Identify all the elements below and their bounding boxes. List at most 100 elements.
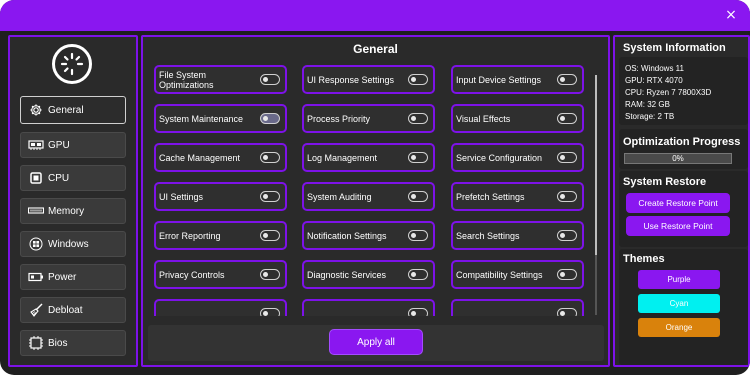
setting-card-partial[interactable] <box>302 299 435 316</box>
setting-label: File System Optimizations <box>159 69 214 90</box>
setting-card[interactable]: UI Settings <box>154 182 287 211</box>
setting-toggle[interactable] <box>408 308 428 316</box>
setting-toggle[interactable] <box>557 74 577 85</box>
setting-toggle[interactable] <box>260 191 280 202</box>
right-panel: System Information OS: Windows 11 GPU: R… <box>613 35 750 367</box>
action-bar: Apply all <box>148 325 604 361</box>
setting-label: UI Response Settings <box>307 74 395 85</box>
gear-icon <box>28 103 44 117</box>
setting-label: UI Settings <box>159 191 204 202</box>
setting-label: Process Priority <box>307 113 371 124</box>
themes-title: Themes <box>623 253 665 265</box>
apply-all-button[interactable]: Apply all <box>329 329 423 355</box>
setting-card[interactable]: Privacy Controls <box>154 260 287 289</box>
sidebar-item-label: Debloat <box>48 304 83 316</box>
setting-toggle[interactable] <box>408 113 428 124</box>
setting-toggle[interactable] <box>260 269 280 280</box>
use-restore-point-button[interactable]: Use Restore Point <box>626 216 730 236</box>
progress-title: Optimization Progress <box>623 136 741 148</box>
setting-label: Visual Effects <box>456 113 511 124</box>
setting-card[interactable]: Log Management <box>302 143 435 172</box>
system-info-title: System Information <box>623 42 726 54</box>
setting-card-partial[interactable] <box>154 299 287 316</box>
setting-label: Input Device Settings <box>456 74 542 85</box>
setting-label: Cache Management <box>159 152 241 163</box>
sidebar-item-label: Bios <box>48 337 68 349</box>
setting-card[interactable]: UI Response Settings <box>302 65 435 94</box>
setting-toggle[interactable] <box>557 191 577 202</box>
setting-card[interactable]: Service Configuration <box>451 143 584 172</box>
setting-toggle[interactable] <box>260 113 280 124</box>
broom-icon <box>28 303 44 317</box>
setting-card[interactable]: Prefetch Settings <box>451 182 584 211</box>
sidebar-item-memory[interactable]: Memory <box>20 198 126 224</box>
battery-icon <box>28 270 44 284</box>
setting-card[interactable]: File System Optimizations <box>154 65 287 94</box>
setting-label: Privacy Controls <box>159 269 225 280</box>
title-bar[interactable]: × <box>0 0 750 31</box>
sidebar-item-label: Power <box>48 271 77 283</box>
app-window: × General GPU CPU Memory Windows Power D… <box>0 0 750 375</box>
create-restore-point-button[interactable]: Create Restore Point <box>626 193 730 213</box>
setting-toggle[interactable] <box>557 113 577 124</box>
setting-label: Error Reporting <box>159 230 221 241</box>
sidebar-item-label: Windows <box>48 238 89 250</box>
windows-icon <box>28 237 44 251</box>
sidebar-item-general[interactable]: General <box>20 96 126 124</box>
setting-toggle[interactable] <box>260 152 280 163</box>
sidebar-item-windows[interactable]: Windows <box>20 231 126 257</box>
sidebar-item-bios[interactable]: Bios <box>20 330 126 356</box>
theme-orange-button[interactable]: Orange <box>638 318 720 337</box>
info-cpu: CPU: Ryzen 7 7800X3D <box>625 88 712 97</box>
info-gpu: GPU: RTX 4070 <box>625 76 683 85</box>
sidebar-item-label: GPU <box>48 139 70 151</box>
setting-label: Notification Settings <box>307 230 387 241</box>
setting-toggle[interactable] <box>260 74 280 85</box>
close-icon[interactable]: × <box>724 8 738 22</box>
setting-label: Compatibility Settings <box>456 269 543 280</box>
setting-toggle[interactable] <box>408 191 428 202</box>
sidebar-item-cpu[interactable]: CPU <box>20 165 126 191</box>
setting-card-partial[interactable] <box>451 299 584 316</box>
main-panel: General File System Optimizations UI Resp… <box>141 35 610 367</box>
setting-card[interactable]: Notification Settings <box>302 221 435 250</box>
setting-label: Search Settings <box>456 230 520 241</box>
setting-card[interactable]: Input Device Settings <box>451 65 584 94</box>
setting-label: System Maintenance <box>159 113 244 124</box>
setting-card[interactable]: System Auditing <box>302 182 435 211</box>
setting-toggle[interactable] <box>557 269 577 280</box>
sidebar-item-label: CPU <box>48 172 70 184</box>
setting-card[interactable]: Visual Effects <box>451 104 584 133</box>
cpu-icon <box>28 171 44 185</box>
setting-card[interactable]: Process Priority <box>302 104 435 133</box>
theme-cyan-button[interactable]: Cyan <box>638 294 720 313</box>
setting-toggle[interactable] <box>408 230 428 241</box>
setting-label: Prefetch Settings <box>456 191 525 202</box>
setting-toggle[interactable] <box>260 230 280 241</box>
chip-icon <box>28 336 44 350</box>
setting-card[interactable]: Compatibility Settings <box>451 260 584 289</box>
setting-label: Diagnostic Services <box>307 269 387 280</box>
setting-toggle[interactable] <box>408 74 428 85</box>
setting-toggle[interactable] <box>557 308 577 316</box>
setting-card[interactable]: Diagnostic Services <box>302 260 435 289</box>
info-ram: RAM: 32 GB <box>625 100 670 109</box>
theme-purple-button[interactable]: Purple <box>638 270 720 289</box>
scrollbar-thumb[interactable] <box>595 75 597 255</box>
app-logo <box>52 44 92 84</box>
sidebar-item-gpu[interactable]: GPU <box>20 132 126 158</box>
restore-title: System Restore <box>623 176 707 188</box>
setting-card[interactable]: Error Reporting <box>154 221 287 250</box>
setting-card[interactable]: System Maintenance <box>154 104 287 133</box>
setting-toggle[interactable] <box>557 230 577 241</box>
sidebar-item-power[interactable]: Power <box>20 264 126 290</box>
settings-grid[interactable]: File System Optimizations UI Response Set… <box>143 63 608 316</box>
system-info-box: OS: Windows 11 GPU: RTX 4070 CPU: Ryzen … <box>619 57 748 125</box>
setting-toggle[interactable] <box>408 269 428 280</box>
setting-toggle[interactable] <box>408 152 428 163</box>
setting-toggle[interactable] <box>260 308 280 316</box>
setting-card[interactable]: Search Settings <box>451 221 584 250</box>
setting-card[interactable]: Cache Management <box>154 143 287 172</box>
setting-toggle[interactable] <box>557 152 577 163</box>
sidebar-item-debloat[interactable]: Debloat <box>20 297 126 323</box>
